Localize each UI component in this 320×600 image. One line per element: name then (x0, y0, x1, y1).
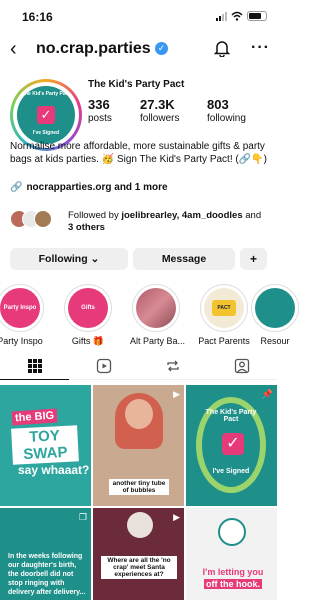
post-thumbnail[interactable]: another tiny tube of bubbles ▶ (93, 385, 184, 506)
profile-username: no.crap.parties (36, 40, 151, 57)
highlight-party-inspo[interactable]: Party Inspo Party Inspo (0, 284, 46, 346)
stat-following[interactable]: 803 following (207, 97, 246, 124)
grid-icon (27, 359, 42, 373)
avatar-text-bottom: I've Signed (32, 130, 60, 136)
highlight-pact-parents[interactable]: PACT Pact Parents (198, 284, 250, 346)
post-text: I've Signed (212, 468, 250, 475)
post-text: TOY SWAP (11, 425, 79, 465)
post-text: say whaaat? (18, 463, 90, 477)
post-text: The Kid's Party Pact (205, 409, 257, 423)
highlight-cover (136, 288, 176, 328)
stat-posts[interactable]: 336 posts (88, 97, 112, 124)
followed-by[interactable]: Followed by joelibrearley, 4am_doodles a… (10, 208, 272, 234)
post-text: the BIG (11, 408, 58, 426)
message-button[interactable]: Message (133, 248, 235, 270)
signal-icon (216, 11, 227, 21)
avatar-text-top: The Kid's Party Pact (21, 91, 71, 97)
active-tab-indicator (0, 378, 69, 380)
post-badge (218, 518, 246, 546)
post-photo-santa (127, 512, 153, 538)
post-text-line: I'm letting you (202, 567, 264, 577)
highlight-label: Gifts 🎁 (71, 336, 105, 346)
post-thumbnail[interactable]: In the weeks following our daughter's bi… (0, 508, 91, 600)
post-caption: another tiny tube of bubbles (109, 479, 169, 495)
profile-link[interactable]: 🔗 nocrapparties.org and 1 more (10, 182, 168, 193)
pact-badge: PACT (212, 300, 236, 316)
more-options-icon[interactable]: ··· (251, 39, 270, 57)
highlight-cover: Party Inspo (0, 288, 40, 328)
battery-icon (247, 11, 267, 21)
bell-icon[interactable] (214, 39, 230, 57)
status-icons (216, 11, 267, 21)
followed-by-others: 3 others (68, 222, 105, 233)
highlight-label: Party Inspo (0, 336, 43, 346)
checkmark-icon: ✓ (222, 433, 244, 455)
post-text-line: off the hook. (204, 579, 262, 589)
repost-icon (166, 360, 179, 372)
tab-grid[interactable] (0, 358, 69, 379)
highlight-cover (255, 288, 295, 328)
profile-header: ‹ no.crap.parties ✓ ··· (0, 36, 277, 64)
reels-icon (96, 358, 111, 374)
wifi-icon (231, 11, 243, 21)
pinned-icon: 📌 (261, 389, 273, 399)
highlight-label: Resour (260, 336, 290, 346)
status-time: 16:16 (22, 10, 53, 24)
post-text: I'm letting you off the hook. (194, 566, 272, 590)
pact-logo: The Kid's Party Pact ✓ I've Signed (196, 397, 266, 493)
post-thumbnail[interactable]: The Kid's Party Pact ✓ I've Signed 📌 (186, 385, 277, 506)
stat-followers-label: followers (140, 113, 180, 124)
post-thumbnail[interactable]: the BIG TOY SWAP say whaaat? (0, 385, 91, 506)
post-photo-face (125, 399, 153, 429)
highlight-cover: PACT (204, 288, 244, 328)
followed-by-text: Followed by joelibrearley, 4am_doodles a… (68, 210, 268, 234)
add-person-icon[interactable]: + (240, 248, 267, 270)
reel-icon: ▶ (173, 389, 180, 399)
stat-followers[interactable]: 27.3K followers (140, 97, 179, 124)
post-thumbnail[interactable]: I'm letting you off the hook. (186, 508, 277, 600)
reel-icon: ▶ (173, 512, 180, 522)
followed-by-names: joelibrearley, 4am_doodles (121, 210, 243, 221)
post-text: In the weeks following our daughter's bi… (8, 553, 86, 596)
post-caption: Where are all the 'no crap' meet Santa e… (101, 556, 177, 579)
highlight-gifts[interactable]: Gifts Gifts 🎁 (62, 284, 114, 347)
tab-tagged[interactable] (207, 358, 276, 379)
stat-following-label: following (207, 113, 246, 124)
followed-by-and: and (242, 210, 262, 221)
big-toy-swap-title: the BIG TOY SWAP (11, 407, 79, 465)
highlight-label: Alt Party Ba... (130, 336, 186, 346)
link-icon: 🔗 (10, 182, 23, 193)
profile-bio: Normalise more affordable, more sustaina… (10, 141, 267, 165)
tab-reels[interactable] (69, 358, 138, 379)
highlight-cover: Gifts (68, 288, 108, 328)
tab-reposts[interactable] (138, 358, 207, 379)
highlight-label: Pact Parents (198, 336, 250, 346)
follower-avatar (34, 210, 52, 228)
followed-by-prefix: Followed by (68, 210, 122, 221)
stat-followers-value: 27.3K (140, 97, 175, 112)
back-arrow-icon[interactable]: ‹ (10, 39, 17, 59)
following-button[interactable]: Following ⌄ (10, 248, 128, 270)
tagged-person-icon (234, 358, 249, 374)
profile-tabs (0, 354, 277, 380)
checkmark-icon: ✓ (37, 106, 55, 124)
highlight-alt-party-bags[interactable]: Alt Party Ba... (130, 284, 186, 346)
stat-posts-value: 336 (88, 97, 110, 112)
carousel-icon: ❐ (78, 512, 87, 522)
stat-posts-label: posts (88, 113, 112, 124)
profile-link-text[interactable]: nocrapparties.org and 1 more (26, 182, 167, 193)
highlight-resources[interactable]: Resour (249, 284, 301, 346)
verified-badge-icon: ✓ (155, 42, 168, 55)
status-bar: 16:16 (0, 0, 277, 30)
stat-following-value: 803 (207, 97, 229, 112)
post-thumbnail[interactable]: Where are all the 'no crap' meet Santa e… (93, 508, 184, 600)
profile-full-name: The Kid's Party Pact (88, 79, 185, 90)
